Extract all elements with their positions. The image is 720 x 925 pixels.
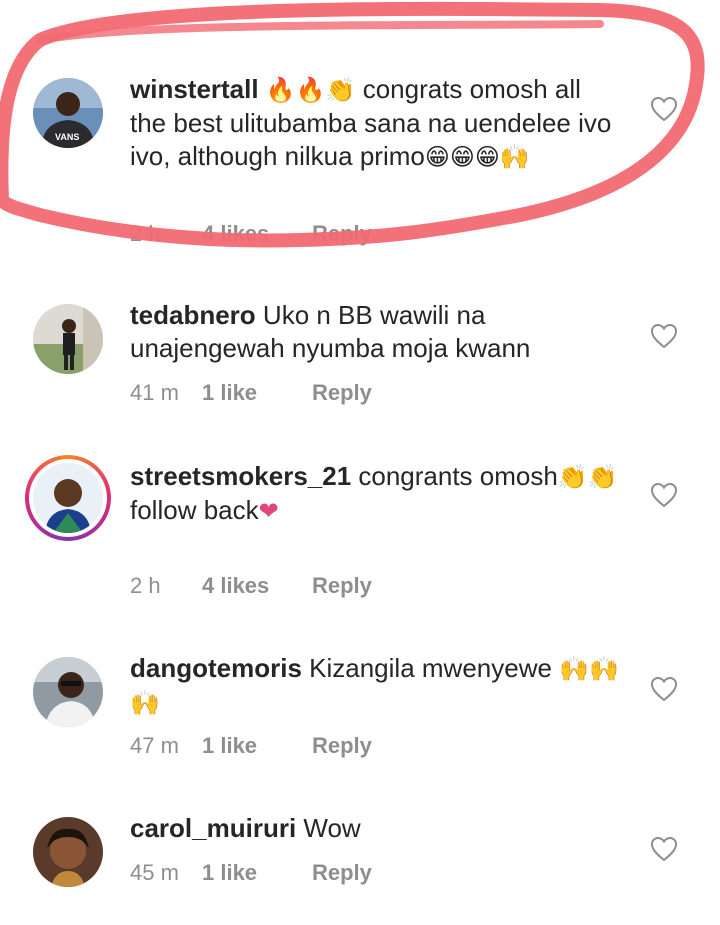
comment-time: 45 m [130, 860, 179, 885]
heart-icon[interactable] [650, 323, 678, 349]
avatar[interactable] [33, 817, 103, 887]
reply-button[interactable]: Reply [312, 221, 372, 247]
comment-text: streetsmokers_21 congrants omosh👏👏 follo… [130, 460, 620, 528]
likes-count[interactable]: 4 likes [202, 221, 312, 247]
reply-button[interactable]: Reply [312, 573, 372, 599]
likes-count[interactable]: 1 like [202, 733, 312, 759]
fire-clap-emoji: 🔥🔥👏 [265, 76, 356, 104]
comment-body-line2: follow back [130, 495, 259, 525]
comment-username[interactable]: dangotemoris [130, 653, 302, 683]
heart-icon[interactable] [650, 676, 678, 702]
comment-text: dangotemoris Kizangila mwenyewe 🙌🙌🙌 [130, 652, 620, 720]
comment-body: Kizangila mwenyewe [301, 653, 560, 683]
avatar[interactable] [33, 657, 103, 727]
comment-meta: 45 m 1 like Reply [130, 860, 372, 886]
heart-icon[interactable] [650, 482, 678, 508]
comment-time: 2 h [130, 221, 161, 246]
likes-count[interactable]: 1 like [202, 380, 312, 406]
reply-button[interactable]: Reply [312, 733, 372, 759]
comment-time: 2 h [130, 573, 161, 598]
comment-text: carol_muiruri Wow [130, 812, 620, 845]
comment-text: winstertall 🔥🔥👏 congrats omosh all the b… [130, 73, 620, 174]
comment-username[interactable]: winstertall [130, 74, 259, 104]
comment-time: 41 m [130, 380, 179, 405]
comment-body: congrants omosh [351, 461, 558, 491]
avatar-logo-text: VANS [55, 132, 79, 142]
reply-button[interactable]: Reply [312, 380, 372, 406]
comment-username[interactable]: carol_muiruri [130, 813, 296, 843]
likes-count[interactable]: 1 like [202, 860, 312, 886]
heart-emoji: ❤ [258, 497, 279, 525]
grin-raise-hands-emoji: 😁😁😁🙌 [424, 143, 530, 171]
comment-meta: 2 h 4 likes Reply [130, 221, 372, 247]
avatar-story-ring[interactable] [25, 455, 111, 541]
avatar[interactable] [33, 304, 103, 374]
comment-meta: 47 m 1 like Reply [130, 733, 372, 759]
reply-button[interactable]: Reply [312, 860, 372, 886]
heart-icon[interactable] [650, 836, 678, 862]
comment-text: tedabnero Uko n BB wawili na unajengewah… [130, 299, 620, 365]
comment-meta: 2 h 4 likes Reply [130, 573, 372, 599]
clap-emoji: 👏👏 [557, 463, 618, 491]
comment-username[interactable]: tedabnero [130, 300, 256, 330]
avatar[interactable]: VANS [33, 78, 103, 148]
heart-icon[interactable] [650, 96, 678, 122]
comment-username[interactable]: streetsmokers_21 [130, 461, 351, 491]
comment-time: 47 m [130, 733, 179, 758]
comment-meta: 41 m 1 like Reply [130, 380, 372, 406]
likes-count[interactable]: 4 likes [202, 573, 312, 599]
comment-body: Wow [296, 813, 361, 843]
